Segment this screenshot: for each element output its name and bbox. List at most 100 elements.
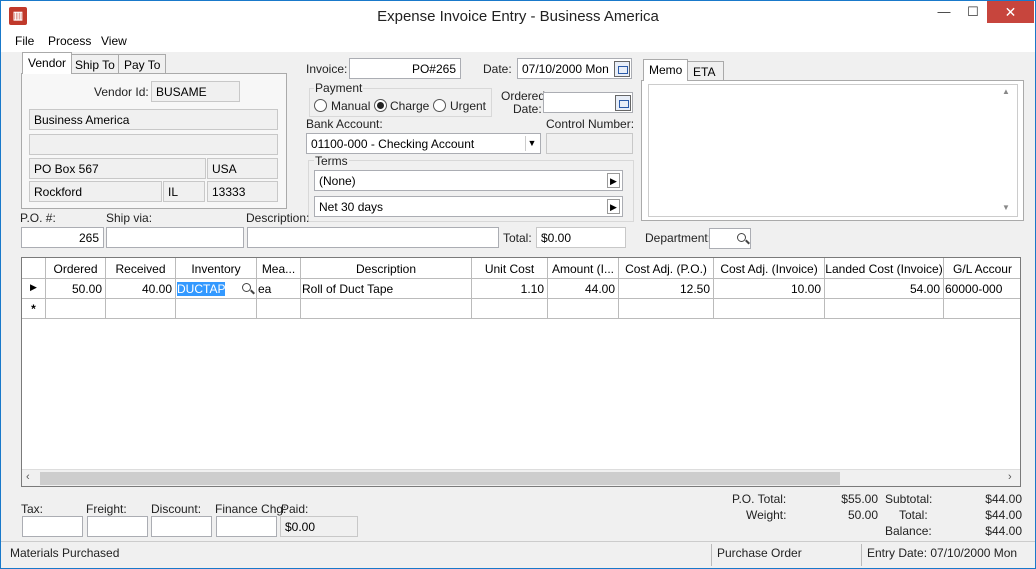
new-cell[interactable] bbox=[472, 299, 548, 319]
terms-field-2[interactable]: Net 30 days ▶ bbox=[314, 196, 623, 217]
col-gl-account[interactable]: G/L Accour bbox=[944, 258, 1020, 279]
terms-value-2: Net 30 days bbox=[319, 200, 384, 214]
payment-manual-label: Manual bbox=[331, 99, 371, 113]
new-cell[interactable] bbox=[257, 299, 301, 319]
invoice-label: Invoice: bbox=[306, 62, 348, 76]
date-calendar-icon[interactable] bbox=[614, 61, 630, 77]
cell-unit-cost[interactable]: 1.10 bbox=[472, 279, 548, 299]
cell-amount[interactable]: 44.00 bbox=[548, 279, 619, 299]
discount-field[interactable] bbox=[151, 516, 212, 537]
menu-view[interactable]: View bbox=[101, 34, 127, 48]
col-received[interactable]: Received bbox=[106, 258, 176, 279]
vendor-id-field[interactable]: BUSAME bbox=[151, 81, 240, 102]
horizontal-scrollbar[interactable]: ‹ › bbox=[22, 469, 1020, 486]
ship-via-field[interactable] bbox=[106, 227, 244, 248]
new-cell[interactable] bbox=[106, 299, 176, 319]
freight-field[interactable] bbox=[87, 516, 148, 537]
ship-via-label: Ship via: bbox=[106, 211, 153, 225]
new-cell[interactable] bbox=[548, 299, 619, 319]
tab-ship-to[interactable]: Ship To bbox=[69, 54, 121, 74]
vendor-city-field[interactable]: Rockford bbox=[29, 181, 162, 202]
invoice-field[interactable]: PO#265 bbox=[349, 58, 461, 79]
col-inventory[interactable]: Inventory bbox=[176, 258, 257, 279]
col-amount[interactable]: Amount (I... bbox=[548, 258, 619, 279]
col-landed-cost[interactable]: Landed Cost (Invoice) bbox=[825, 258, 944, 279]
tab-eta[interactable]: ETA bbox=[687, 61, 724, 81]
po-total-label: P.O. Total: bbox=[732, 492, 787, 506]
new-cell[interactable] bbox=[825, 299, 944, 319]
payment-urgent-radio[interactable] bbox=[433, 99, 446, 112]
inventory-search-icon[interactable] bbox=[241, 282, 255, 296]
chevron-right-icon[interactable]: ▶ bbox=[607, 173, 620, 188]
control-number-field[interactable] bbox=[546, 133, 633, 154]
new-cell[interactable] bbox=[714, 299, 825, 319]
minimize-button[interactable]: — bbox=[929, 1, 959, 23]
weight-value: 50.00 bbox=[847, 508, 878, 522]
scroll-right-icon[interactable]: › bbox=[1008, 471, 1012, 483]
payment-urgent-label: Urgent bbox=[450, 99, 487, 113]
maximize-button[interactable]: ☐ bbox=[958, 1, 988, 23]
col-cost-adj-invoice[interactable]: Cost Adj. (Invoice) bbox=[714, 258, 825, 279]
po-number-field[interactable]: 265 bbox=[21, 227, 104, 248]
tax-field[interactable] bbox=[22, 516, 83, 537]
ordered-date-label-1: Ordered bbox=[501, 89, 546, 103]
cell-gl-account[interactable]: 60000-000 bbox=[944, 279, 1020, 299]
scroll-down-icon[interactable]: ▼ bbox=[1002, 203, 1010, 212]
new-cell[interactable] bbox=[619, 299, 714, 319]
cell-ordered[interactable]: 50.00 bbox=[46, 279, 106, 299]
scrollbar-thumb[interactable] bbox=[40, 472, 840, 485]
cell-received[interactable]: 40.00 bbox=[106, 279, 176, 299]
title-bar: ▥ Expense Invoice Entry - Business Ameri… bbox=[1, 1, 1035, 32]
terms-value-1: (None) bbox=[319, 174, 356, 188]
new-cell[interactable] bbox=[46, 299, 106, 319]
col-cost-adj-po[interactable]: Cost Adj. (P.O.) bbox=[619, 258, 714, 279]
cell-description[interactable]: Roll of Duct Tape bbox=[301, 279, 472, 299]
status-divider bbox=[711, 544, 712, 566]
search-icon[interactable] bbox=[736, 232, 750, 246]
cell-measure[interactable]: ea bbox=[257, 279, 301, 299]
bank-account-label: Bank Account: bbox=[306, 117, 383, 131]
cell-landed-cost[interactable]: 54.00 bbox=[825, 279, 944, 299]
line-items-grid: Ordered Received Inventory Mea... Descri… bbox=[21, 257, 1021, 487]
status-divider bbox=[861, 544, 862, 566]
tab-pay-to[interactable]: Pay To bbox=[118, 54, 167, 74]
row-selector-icon[interactable]: ▶ bbox=[22, 279, 46, 299]
cell-cost-adj-po[interactable]: 12.50 bbox=[619, 279, 714, 299]
col-ordered[interactable]: Ordered bbox=[46, 258, 106, 279]
vendor-zip-field[interactable]: 13333 bbox=[207, 181, 278, 202]
col-description[interactable]: Description bbox=[301, 258, 472, 279]
tab-memo[interactable]: Memo bbox=[643, 59, 689, 81]
memo-textarea[interactable] bbox=[648, 84, 1018, 217]
col-measure[interactable]: Mea... bbox=[257, 258, 301, 279]
scroll-left-icon[interactable]: ‹ bbox=[26, 471, 30, 483]
finance-charge-field[interactable] bbox=[216, 516, 277, 537]
payment-manual-radio[interactable] bbox=[314, 99, 327, 112]
menu-process[interactable]: Process bbox=[48, 34, 91, 48]
menu-bar: File Process View bbox=[1, 32, 1035, 52]
ordered-date-calendar-icon[interactable] bbox=[615, 95, 631, 111]
cell-inventory-value: DUCTAP bbox=[177, 282, 226, 296]
vendor-address2-field[interactable] bbox=[29, 134, 278, 155]
terms-field-1[interactable]: (None) ▶ bbox=[314, 170, 623, 191]
date-value: 07/10/2000 Mon bbox=[522, 62, 609, 76]
date-label: Date: bbox=[483, 62, 512, 76]
scroll-up-icon[interactable]: ▲ bbox=[1002, 87, 1010, 96]
cell-cost-adj-invoice[interactable]: 10.00 bbox=[714, 279, 825, 299]
menu-file[interactable]: File bbox=[15, 34, 34, 48]
new-cell[interactable] bbox=[301, 299, 472, 319]
description-field[interactable] bbox=[247, 227, 499, 248]
tab-vendor[interactable]: Vendor bbox=[22, 52, 73, 74]
vendor-address-field[interactable]: PO Box 567 bbox=[29, 158, 206, 179]
vendor-name-field[interactable]: Business America bbox=[29, 109, 278, 130]
col-unit-cost[interactable]: Unit Cost bbox=[472, 258, 548, 279]
new-cell[interactable] bbox=[944, 299, 1020, 319]
new-cell[interactable] bbox=[176, 299, 257, 319]
vendor-state-field[interactable]: IL bbox=[163, 181, 205, 202]
new-row-marker[interactable]: * bbox=[22, 299, 46, 319]
close-button[interactable]: ✕ bbox=[987, 1, 1034, 23]
bank-account-select[interactable]: 01100-000 - Checking Account ▼ bbox=[306, 133, 541, 154]
total-label: Total: bbox=[503, 231, 532, 245]
payment-charge-radio[interactable] bbox=[374, 99, 387, 112]
vendor-country-field[interactable]: USA bbox=[207, 158, 278, 179]
chevron-right-icon[interactable]: ▶ bbox=[607, 199, 620, 214]
